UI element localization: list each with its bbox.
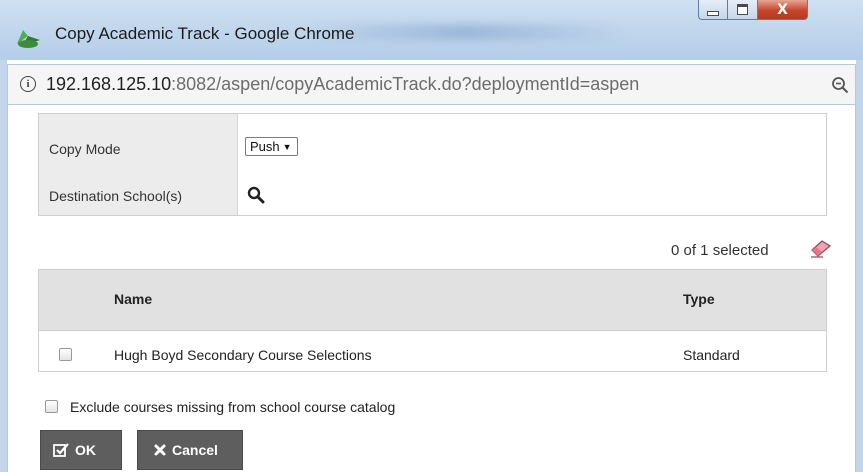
url-path: :8082/aspen/copyAcademicTrack.do?deploym…	[171, 74, 640, 94]
copy-mode-select[interactable]: Push ▼	[245, 137, 298, 156]
address-bar[interactable]: i 192.168.125.10:8082/aspen/copyAcademic…	[7, 64, 856, 105]
row-checkbox[interactable]	[59, 348, 72, 361]
column-header-type[interactable]: Type	[683, 291, 715, 307]
cancel-button-label: Cancel	[172, 442, 218, 458]
copy-mode-label: Copy Mode	[49, 141, 121, 157]
row-type-cell: Standard	[683, 347, 740, 363]
eraser-icon[interactable]	[809, 239, 833, 259]
selection-count: 0 of 1 selected	[671, 242, 769, 259]
window-frame-right	[856, 60, 863, 472]
close-icon: X	[777, 1, 788, 18]
form-label-column: Copy Mode Destination School(s)	[39, 114, 238, 215]
copy-mode-value: Push	[250, 139, 280, 154]
row-name-cell: Hugh Boyd Secondary Course Selections	[114, 347, 372, 363]
column-header-name[interactable]: Name	[114, 291, 152, 307]
url-text[interactable]: 192.168.125.10:8082/aspen/copyAcademicTr…	[46, 74, 639, 95]
info-icon[interactable]: i	[20, 76, 36, 92]
close-button[interactable]: X	[758, 0, 808, 20]
destination-school-label: Destination School(s)	[49, 188, 183, 204]
page-content: Copy Mode Destination School(s) Push ▼ 0 …	[7, 105, 856, 472]
search-icon[interactable]	[247, 186, 265, 204]
cancel-button[interactable]: Cancel	[137, 430, 243, 470]
chrome-app-icon	[17, 30, 40, 48]
schools-table: Name Type Hugh Boyd Secondary Course Sel…	[38, 269, 827, 372]
url-host: 192.168.125.10	[46, 74, 172, 94]
ok-button-label: OK	[75, 442, 96, 458]
x-icon	[154, 444, 166, 456]
minimize-button[interactable]	[698, 0, 728, 20]
exclude-courses-checkbox[interactable]	[45, 400, 58, 413]
dropdown-arrow-icon: ▼	[282, 142, 292, 152]
window-titlebar[interactable]: Copy Academic Track - Google Chrome X	[0, 0, 863, 60]
window-frame-left	[0, 60, 7, 472]
maximize-button[interactable]	[728, 0, 758, 20]
zoom-icon[interactable]	[831, 76, 849, 94]
exclude-courses-label[interactable]: Exclude courses missing from school cour…	[70, 399, 395, 415]
table-header-row: Name Type	[39, 270, 826, 331]
ok-button[interactable]: OK	[40, 430, 122, 470]
window-title: Copy Academic Track - Google Chrome	[55, 24, 355, 43]
copy-options-form: Copy Mode Destination School(s) Push ▼	[38, 113, 827, 216]
checkbox-icon	[53, 443, 69, 457]
